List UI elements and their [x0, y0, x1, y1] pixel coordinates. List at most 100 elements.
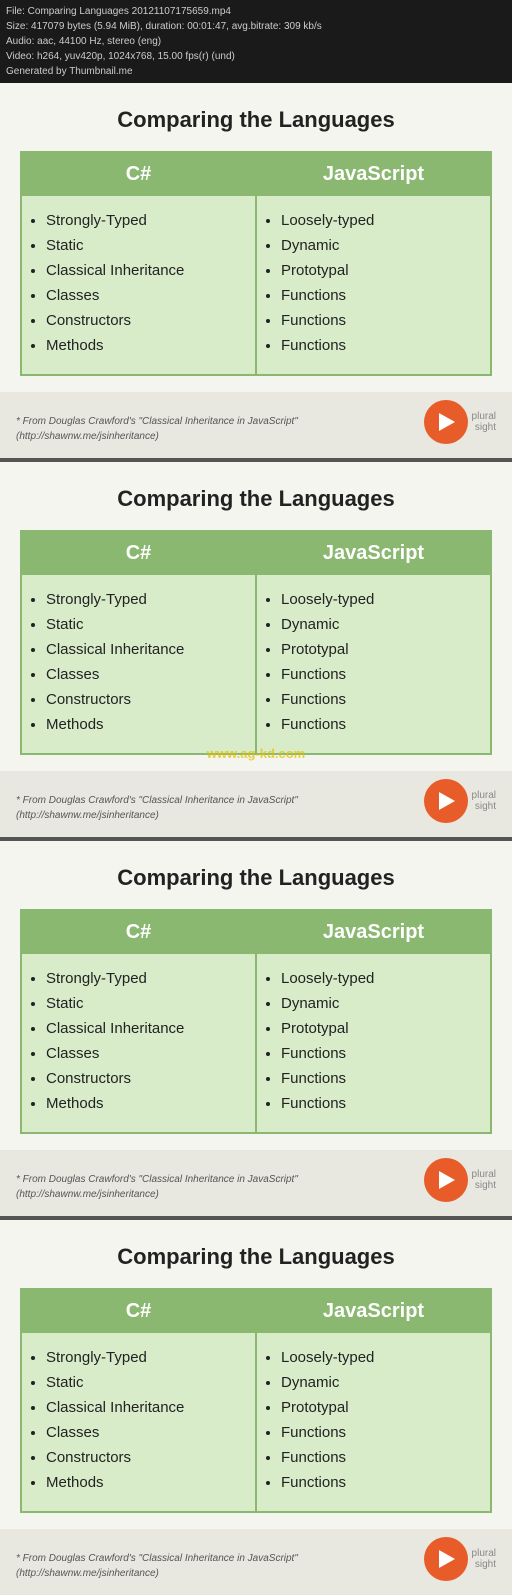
slide-1-col2-body: Loosely-typed Dynamic Prototypal Functions F…: [257, 196, 490, 374]
slide-2-pluralsight-logo: pluralsight: [424, 779, 496, 823]
slide-2-col2-item-4: Functions: [281, 689, 480, 710]
slide-4-footer-text: * From Douglas Crawford's "Classical Inh…: [16, 1551, 298, 1581]
slide-3-col1-item-2: Classical Inheritance: [46, 1018, 245, 1039]
slides-container: Comparing the LanguagesC#Strongly-TypedS…: [0, 83, 512, 1595]
slide-4-pluralsight-logo: pluralsight: [424, 1537, 496, 1581]
slide-3-col2-item-4: Functions: [281, 1068, 480, 1089]
slide-1-col2-item-2: Prototypal: [281, 260, 480, 281]
slide-4-col1-body: Strongly-TypedStaticClassical Inheritanc…: [22, 1333, 255, 1511]
topbar-line2: Size: 417079 bytes (5.94 MiB), duration:…: [6, 19, 506, 34]
topbar-line3: Audio: aac, 44100 Hz, stereo (eng): [6, 34, 506, 49]
slide-2-pluralsight-text: pluralsight: [472, 790, 496, 812]
slide-4-play-button[interactable]: [424, 1537, 468, 1581]
slide-2-col2-item-2: Prototypal: [281, 639, 480, 660]
slide-1-pluralsight-text: pluralsight: [472, 411, 496, 433]
slide-1-col1-item-3: Classes: [46, 285, 245, 306]
slide-2-col2-item-0: Loosely-typed: [281, 589, 480, 610]
slide-4-col-csharp: C#Strongly-TypedStaticClassical Inherita…: [21, 1289, 256, 1512]
slide-4-col-js: JavaScriptLoosely-typedDynamicPrototypal…: [256, 1289, 491, 1512]
slide-1-footer-text: * From Douglas Crawford's "Classical Inh…: [16, 414, 298, 444]
slide-3-col2-body: Loosely-typed Dynamic Prototypal Functions F…: [257, 954, 490, 1132]
slide-4: Comparing the Languages C#Strongly-TypedS…: [0, 1220, 512, 1529]
slide-4-col2-item-4: Functions: [281, 1447, 480, 1468]
slide-3-play-button[interactable]: [424, 1158, 468, 1202]
slide-1-col1-body: Strongly-TypedStaticClassical Inheritanc…: [22, 196, 255, 374]
slide-3-col2-item-3: Functions: [281, 1043, 480, 1064]
slide-1-col1-item-5: Methods: [46, 335, 245, 356]
slide-1-col2-item-4: Functions: [281, 310, 480, 331]
slide-1-col2-item-3: Functions: [281, 285, 480, 306]
slide-4-footer: * From Douglas Crawford's "Classical Inh…: [0, 1529, 512, 1595]
slide-1-col1-item-4: Constructors: [46, 310, 245, 331]
slide-3-col1-item-5: Methods: [46, 1093, 245, 1114]
topbar-line5: Generated by Thumbnail.me: [6, 64, 506, 79]
slide-3-col-csharp: C#Strongly-TypedStaticClassical Inherita…: [21, 910, 256, 1133]
slide-1-play-button[interactable]: [424, 400, 468, 444]
slide-1-col1-item-2: Classical Inheritance: [46, 260, 245, 281]
slide-1-col2-item-5: Functions: [281, 335, 480, 356]
slide-2-col1-header: C#: [22, 532, 255, 575]
topbar-line1: File: Comparing Languages 20121107175659…: [6, 4, 506, 19]
slide-4-table: C#Strongly-TypedStaticClassical Inherita…: [20, 1288, 492, 1513]
slide-2-col1-item-3: Classes: [46, 664, 245, 685]
slide-2-col2-item-3: Functions: [281, 664, 480, 685]
slide-1-col-csharp: C#Strongly-TypedStaticClassical Inherita…: [21, 152, 256, 375]
slide-2-col1-item-0: Strongly-Typed: [46, 589, 245, 610]
slide-4-col2-item-1: Dynamic: [281, 1372, 480, 1393]
slide-3-title: Comparing the Languages: [20, 865, 492, 891]
slide-3-pluralsight-logo: pluralsight: [424, 1158, 496, 1202]
topbar-line4: Video: h264, yuv420p, 1024x768, 15.00 fp…: [6, 49, 506, 64]
slide-3-col2-item-0: Loosely-typed: [281, 968, 480, 989]
slide-2-col1-item-2: Classical Inheritance: [46, 639, 245, 660]
slide-4-col2-item-5: Functions: [281, 1472, 480, 1493]
slide-2-play-button[interactable]: [424, 779, 468, 823]
slide-3-col2-item-5: Functions: [281, 1093, 480, 1114]
slide-3-col2-item-1: Dynamic: [281, 993, 480, 1014]
slide-2-table: C#Strongly-TypedStaticClassical Inherita…: [20, 530, 492, 755]
slide-4-col2-item-2: Prototypal: [281, 1397, 480, 1418]
slide-2-col1-item-4: Constructors: [46, 689, 245, 710]
slide-4-col1-item-4: Constructors: [46, 1447, 245, 1468]
slide-3-col2-item-2: Prototypal: [281, 1018, 480, 1039]
slide-3-col1-item-4: Constructors: [46, 1068, 245, 1089]
slide-2-footer: * From Douglas Crawford's "Classical Inh…: [0, 771, 512, 837]
slide-2-col-js: JavaScriptLoosely-typedDynamicPrototypal…: [256, 531, 491, 754]
slide-4-col1-item-3: Classes: [46, 1422, 245, 1443]
slide-4-col2-body: Loosely-typed Dynamic Prototypal Functions F…: [257, 1333, 490, 1511]
slide-2-col2-item-5: Functions: [281, 714, 480, 735]
slide-2-col2-item-1: Dynamic: [281, 614, 480, 635]
slide-1-col2-header: JavaScript: [257, 153, 490, 196]
slide-3-col1-item-3: Classes: [46, 1043, 245, 1064]
slide-3: Comparing the LanguagesC#Strongly-TypedS…: [0, 841, 512, 1150]
slide-4-col1-item-5: Methods: [46, 1472, 245, 1493]
slide-3-col1-item-0: Strongly-Typed: [46, 968, 245, 989]
slide-1-table: C#Strongly-TypedStaticClassical Inherita…: [20, 151, 492, 376]
slide-2-col1-body: Strongly-TypedStaticClassical Inheritanc…: [22, 575, 255, 753]
slide-2-title: Comparing the Languages: [20, 486, 492, 512]
slide-3-footer: * From Douglas Crawford's "Classical Inh…: [0, 1150, 512, 1216]
slide-1-col2-item-0: Loosely-typed: [281, 210, 480, 231]
slide-3-pluralsight-text: pluralsight: [472, 1169, 496, 1191]
slide-1-pluralsight-logo: pluralsight: [424, 400, 496, 444]
top-bar: File: Comparing Languages 20121107175659…: [0, 0, 512, 83]
slide-1-col-js: JavaScript Loosely-typed Dynamic Prototypal…: [256, 152, 491, 375]
slide-1-col1-header: C#: [22, 153, 255, 196]
slide-1-footer: * From Douglas Crawford's "Classical Inh…: [0, 392, 512, 458]
slide-4-title: Comparing the Languages: [20, 1244, 492, 1270]
slide-2-footer-text: * From Douglas Crawford's "Classical Inh…: [16, 793, 298, 823]
slide-4-col1-header: C#: [22, 1290, 255, 1333]
slide-1-title: Comparing the Languages: [20, 107, 492, 133]
slide-3-col2-header: JavaScript: [257, 911, 490, 954]
slide-1-col2-item-1: Dynamic: [281, 235, 480, 256]
slide-4-col1-item-1: Static: [46, 1372, 245, 1393]
slide-2-col2-body: Loosely-typed Dynamic Prototypal Functions F…: [257, 575, 490, 753]
slide-2: Comparing the LanguagesC#Strongly-TypedS…: [0, 462, 512, 771]
slide-3-footer-text: * From Douglas Crawford's "Classical Inh…: [16, 1172, 298, 1202]
slide-4-col2-item-0: Loosely-typed: [281, 1347, 480, 1368]
slide-4-pluralsight-text: pluralsight: [472, 1548, 496, 1570]
slide-3-col1-body: Strongly-TypedStaticClassical Inheritanc…: [22, 954, 255, 1132]
slide-3-col1-header: C#: [22, 911, 255, 954]
slide-4-col1-item-2: Classical Inheritance: [46, 1397, 245, 1418]
slide-1: Comparing the Languages C#Strongly-TypedS…: [0, 83, 512, 392]
slide-4-col2-item-3: Functions: [281, 1422, 480, 1443]
